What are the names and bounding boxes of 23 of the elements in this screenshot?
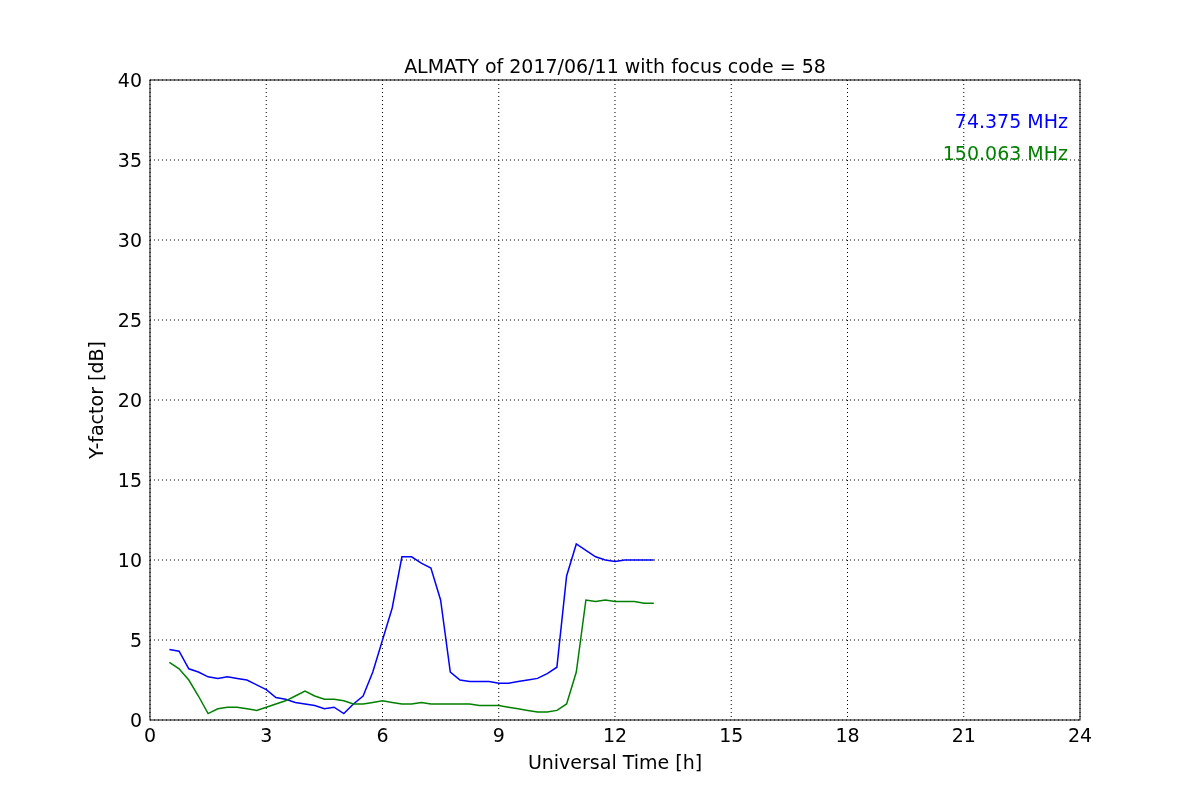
y-tick-label: 20 bbox=[117, 389, 142, 411]
x-tick-label: 3 bbox=[260, 724, 273, 746]
y-axis-label: Y-factor [dB] bbox=[85, 341, 107, 459]
legend-label: 150.063 MHz bbox=[942, 142, 1068, 164]
y-tick-label: 0 bbox=[129, 709, 142, 731]
y-tick-label: 30 bbox=[117, 229, 142, 251]
y-tick-label: 35 bbox=[117, 149, 142, 171]
y-tick-label: 40 bbox=[117, 69, 142, 91]
x-tick-label: 6 bbox=[376, 724, 389, 746]
x-tick-label: 18 bbox=[835, 724, 860, 746]
y-tick-label: 25 bbox=[117, 309, 142, 331]
y-tick-label: 5 bbox=[129, 629, 142, 651]
x-tick-label: 21 bbox=[951, 724, 976, 746]
x-tick-label: 12 bbox=[602, 724, 628, 746]
x-axis-label: Universal Time [h] bbox=[527, 751, 703, 773]
legend-label: 74.375 MHz bbox=[954, 110, 1068, 132]
x-tick-label: 9 bbox=[492, 724, 505, 746]
x-tick-label: 24 bbox=[1067, 724, 1093, 746]
y-tick-label: 15 bbox=[117, 469, 142, 491]
y-tick-label: 10 bbox=[117, 549, 142, 571]
x-tick-label: 15 bbox=[719, 724, 744, 746]
chart-title: ALMATY of 2017/06/11 with focus code = 58 bbox=[404, 55, 826, 77]
x-tick-label: 0 bbox=[143, 724, 157, 746]
